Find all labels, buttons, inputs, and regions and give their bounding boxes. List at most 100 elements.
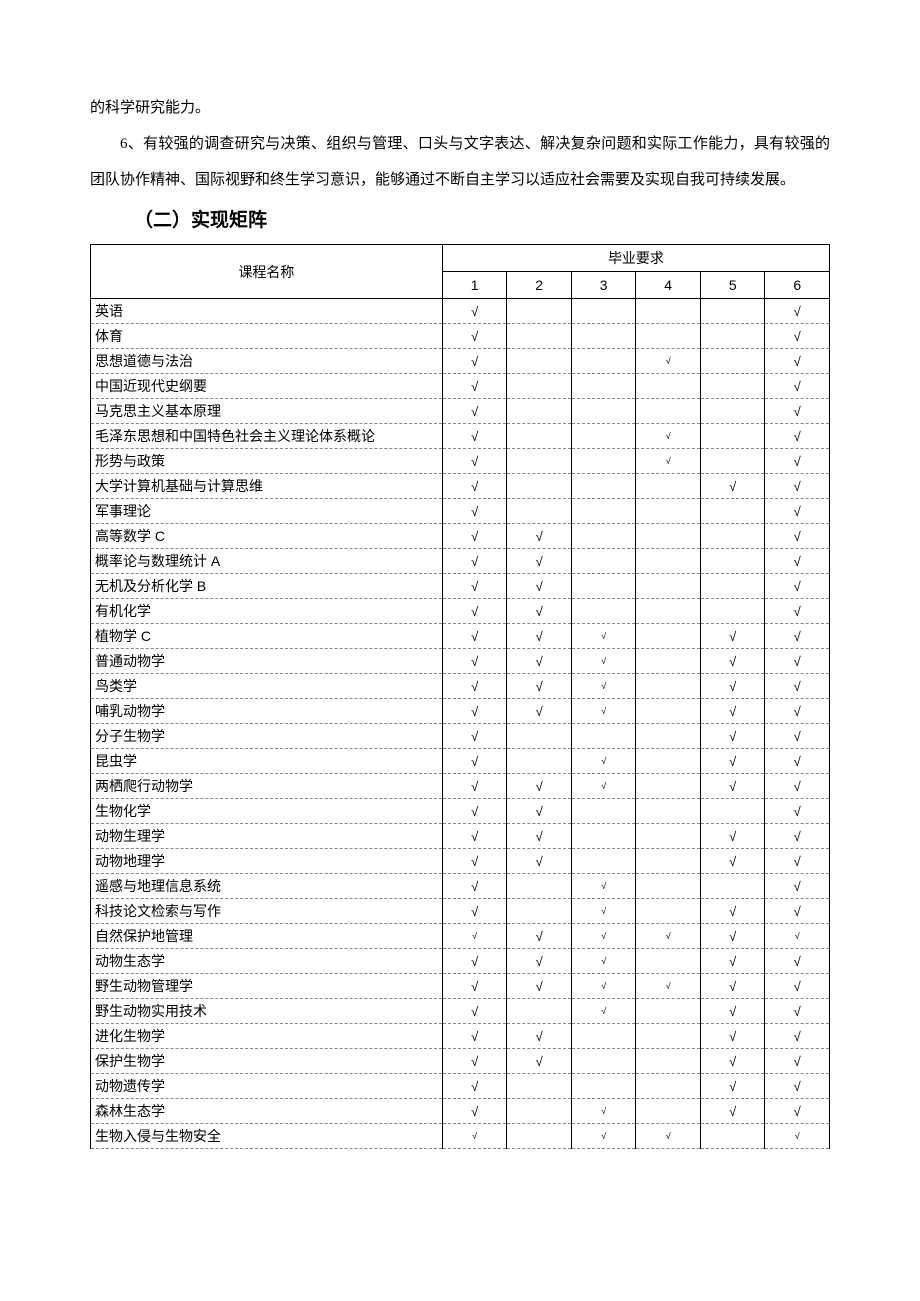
mark-cell: √: [442, 649, 507, 674]
table-row: 野生动物实用技术√√√√: [91, 999, 830, 1024]
mark-cell: [571, 824, 636, 849]
mark-cell: √: [442, 1124, 507, 1149]
mark-cell: [571, 849, 636, 874]
table-row: 生物入侵与生物安全√√√√: [91, 1124, 830, 1149]
table-row: 有机化学√√√: [91, 599, 830, 624]
mark-cell: √: [442, 1024, 507, 1049]
course-name-cell: 普通动物学: [91, 649, 443, 674]
mark-cell: √: [765, 499, 830, 524]
mark-cell: √: [571, 624, 636, 649]
mark-cell: √: [571, 1099, 636, 1124]
mark-cell: [636, 749, 701, 774]
mark-cell: [636, 374, 701, 399]
mark-cell: [571, 574, 636, 599]
matrix-table: 课程名称 毕业要求 1 2 3 4 5 6 英语√√体育√√思想道德与法治√√√…: [90, 244, 830, 1149]
mark-cell: [507, 749, 572, 774]
mark-cell: √: [571, 949, 636, 974]
paragraph-continuation: 的科学研究能力。: [90, 90, 830, 126]
mark-cell: [636, 1049, 701, 1074]
mark-cell: √: [442, 724, 507, 749]
mark-cell: [571, 349, 636, 374]
mark-cell: [507, 474, 572, 499]
mark-cell: √: [636, 424, 701, 449]
mark-cell: √: [765, 799, 830, 824]
mark-cell: [507, 874, 572, 899]
mark-cell: √: [442, 924, 507, 949]
mark-cell: [636, 899, 701, 924]
mark-cell: [636, 649, 701, 674]
header-req-6: 6: [765, 272, 830, 299]
mark-cell: √: [442, 374, 507, 399]
mark-cell: √: [442, 574, 507, 599]
mark-cell: √: [700, 749, 765, 774]
mark-cell: √: [700, 474, 765, 499]
mark-cell: [507, 1124, 572, 1149]
table-row: 体育√√: [91, 324, 830, 349]
section-heading-matrix: （二）实现矩阵: [134, 206, 830, 236]
mark-cell: [636, 799, 701, 824]
mark-cell: [507, 724, 572, 749]
mark-cell: [507, 1074, 572, 1099]
mark-cell: √: [765, 599, 830, 624]
header-req-2: 2: [507, 272, 572, 299]
mark-cell: √: [700, 899, 765, 924]
mark-cell: √: [442, 749, 507, 774]
table-row: 无机及分析化学 B√√√: [91, 574, 830, 599]
mark-cell: [700, 874, 765, 899]
mark-cell: √: [765, 924, 830, 949]
mark-cell: [700, 549, 765, 574]
mark-cell: [636, 549, 701, 574]
table-row: 普通动物学√√√√√: [91, 649, 830, 674]
mark-cell: [571, 299, 636, 324]
mark-cell: [636, 849, 701, 874]
mark-cell: [636, 1099, 701, 1124]
table-row: 思想道德与法治√√√: [91, 349, 830, 374]
mark-cell: √: [700, 824, 765, 849]
header-course-name: 课程名称: [91, 245, 443, 299]
mark-cell: √: [765, 1074, 830, 1099]
mark-cell: √: [765, 999, 830, 1024]
mark-cell: [700, 349, 765, 374]
mark-cell: [571, 499, 636, 524]
mark-cell: √: [765, 849, 830, 874]
mark-cell: √: [765, 424, 830, 449]
mark-cell: [636, 774, 701, 799]
mark-cell: √: [442, 524, 507, 549]
mark-cell: √: [442, 499, 507, 524]
header-req-1: 1: [442, 272, 507, 299]
mark-cell: √: [571, 674, 636, 699]
course-name-cell: 植物学 C: [91, 624, 443, 649]
mark-cell: √: [765, 524, 830, 549]
table-row: 两栖爬行动物学√√√√√: [91, 774, 830, 799]
table-row: 植物学 C√√√√√: [91, 624, 830, 649]
mark-cell: [636, 1024, 701, 1049]
course-name-cell: 军事理论: [91, 499, 443, 524]
mark-cell: [507, 499, 572, 524]
mark-cell: √: [442, 674, 507, 699]
mark-cell: √: [507, 974, 572, 999]
mark-cell: √: [442, 599, 507, 624]
mark-cell: [636, 474, 701, 499]
mark-cell: [700, 299, 765, 324]
table-row: 形势与政策√√√: [91, 449, 830, 474]
course-name-cell: 野生动物管理学: [91, 974, 443, 999]
mark-cell: √: [700, 674, 765, 699]
mark-cell: √: [700, 1024, 765, 1049]
mark-cell: [571, 799, 636, 824]
mark-cell: √: [765, 949, 830, 974]
header-req-5: 5: [700, 272, 765, 299]
mark-cell: √: [765, 574, 830, 599]
table-row: 英语√√: [91, 299, 830, 324]
mark-cell: √: [700, 624, 765, 649]
mark-cell: [700, 499, 765, 524]
mark-cell: √: [700, 699, 765, 724]
course-name-cell: 哺乳动物学: [91, 699, 443, 724]
mark-cell: √: [700, 774, 765, 799]
paragraph-item-6: 6、有较强的调查研究与决策、组织与管理、口头与文字表达、解决复杂问题和实际工作能…: [90, 126, 830, 198]
mark-cell: [571, 1074, 636, 1099]
table-row: 高等数学 C√√√: [91, 524, 830, 549]
course-name-cell: 动物生理学: [91, 824, 443, 849]
mark-cell: [700, 424, 765, 449]
mark-cell: √: [765, 349, 830, 374]
mark-cell: √: [765, 374, 830, 399]
